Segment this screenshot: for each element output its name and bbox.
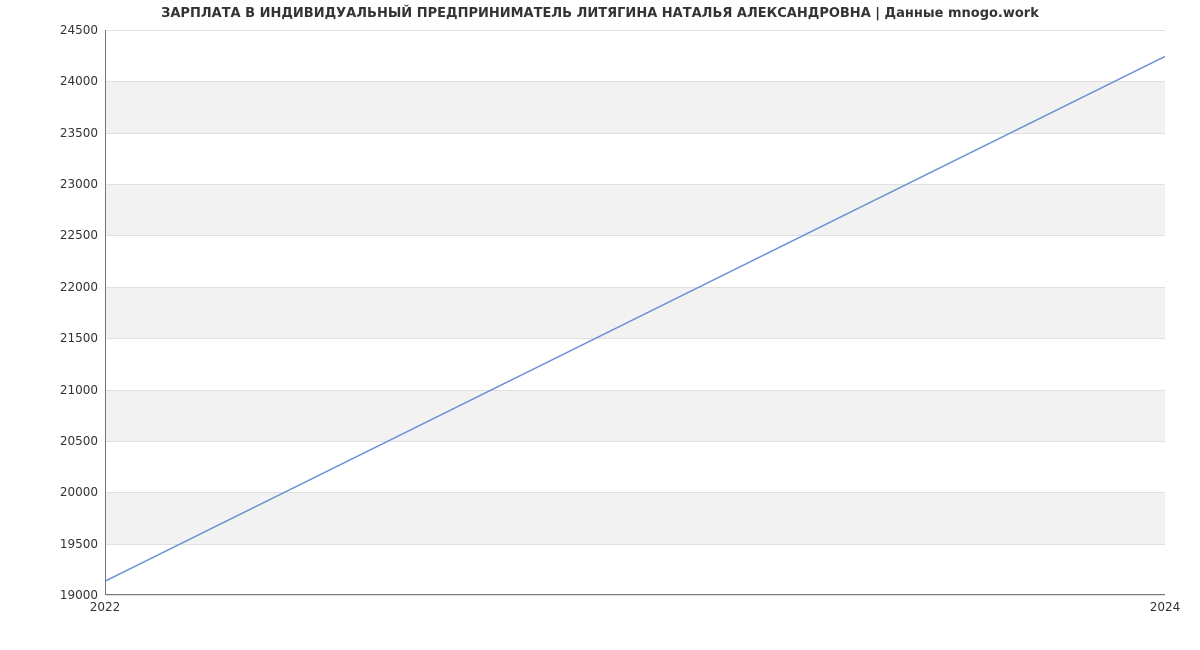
x-tick-label: 2024: [1150, 600, 1181, 614]
series-line: [106, 56, 1165, 580]
y-tick-label: 23500: [8, 126, 98, 140]
y-tick-label: 20000: [8, 485, 98, 499]
plot-area: [105, 30, 1165, 595]
y-tick-label: 19000: [8, 588, 98, 602]
y-tick-label: 19500: [8, 537, 98, 551]
y-tick-label: 24000: [8, 74, 98, 88]
line-layer: [106, 30, 1165, 594]
y-tick-label: 20500: [8, 434, 98, 448]
y-tick-label: 24500: [8, 23, 98, 37]
y-tick-label: 21500: [8, 331, 98, 345]
x-tick-label: 2022: [90, 600, 121, 614]
gridline: [106, 595, 1165, 596]
y-tick-label: 22500: [8, 228, 98, 242]
y-tick-label: 23000: [8, 177, 98, 191]
chart-title: ЗАРПЛАТА В ИНДИВИДУАЛЬНЫЙ ПРЕДПРИНИМАТЕЛ…: [0, 6, 1200, 21]
y-tick-label: 22000: [8, 280, 98, 294]
y-tick-label: 21000: [8, 383, 98, 397]
